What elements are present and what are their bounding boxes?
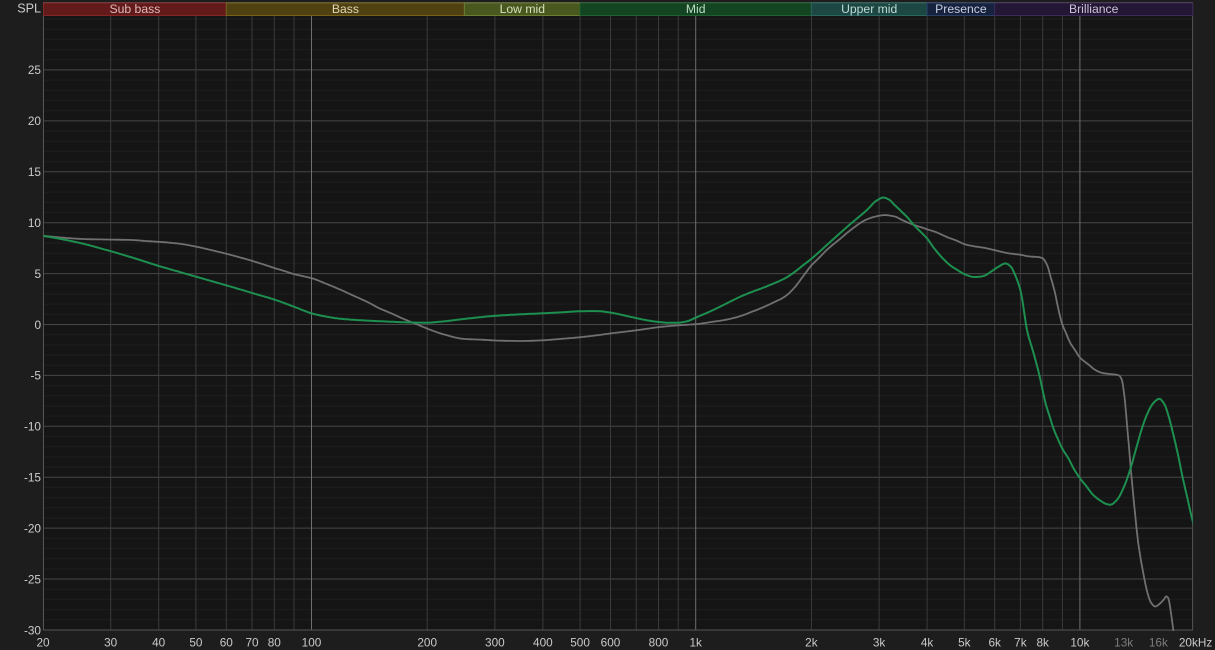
svg-text:200: 200 [417,636,437,650]
svg-text:40: 40 [152,636,166,650]
svg-text:8k: 8k [1036,636,1049,650]
svg-text:30: 30 [104,636,118,650]
svg-text:-25: -25 [24,572,41,586]
svg-text:20kHz: 20kHz [1179,636,1213,650]
svg-text:Low mid: Low mid [500,2,545,16]
svg-text:500: 500 [570,636,590,650]
svg-text:Bass: Bass [332,2,359,16]
svg-text:16k: 16k [1149,636,1168,650]
svg-text:15: 15 [28,165,42,179]
svg-text:13k: 13k [1114,636,1133,650]
svg-text:800: 800 [649,636,669,650]
svg-text:Sub bass: Sub bass [109,2,160,16]
svg-text:-5: -5 [31,369,42,383]
svg-text:70: 70 [245,636,259,650]
svg-text:5k: 5k [958,636,971,650]
svg-text:SPL: SPL [17,2,41,16]
svg-text:600: 600 [601,636,621,650]
svg-text:-10: -10 [24,420,41,434]
svg-text:2k: 2k [805,636,818,650]
svg-text:100: 100 [302,636,322,650]
svg-text:400: 400 [533,636,553,650]
svg-text:50: 50 [189,636,203,650]
svg-text:Upper mid: Upper mid [841,2,897,16]
svg-text:10k: 10k [1070,636,1089,650]
svg-text:Presence: Presence [935,2,987,16]
svg-text:60: 60 [220,636,234,650]
svg-text:0: 0 [34,318,41,332]
svg-text:4k: 4k [921,636,934,650]
svg-text:1k: 1k [689,636,702,650]
svg-text:10: 10 [28,216,42,230]
svg-text:80: 80 [268,636,282,650]
svg-text:5: 5 [34,267,41,281]
svg-text:-15: -15 [24,471,41,485]
svg-text:7k: 7k [1014,636,1027,650]
svg-text:3k: 3k [873,636,886,650]
svg-text:Brilliance: Brilliance [1069,2,1119,16]
svg-text:300: 300 [485,636,505,650]
svg-text:6k: 6k [988,636,1001,650]
svg-text:Mid: Mid [686,2,706,16]
svg-text:20: 20 [36,636,50,650]
svg-text:-20: -20 [24,521,41,535]
svg-text:25: 25 [28,63,42,77]
svg-text:20: 20 [28,114,42,128]
